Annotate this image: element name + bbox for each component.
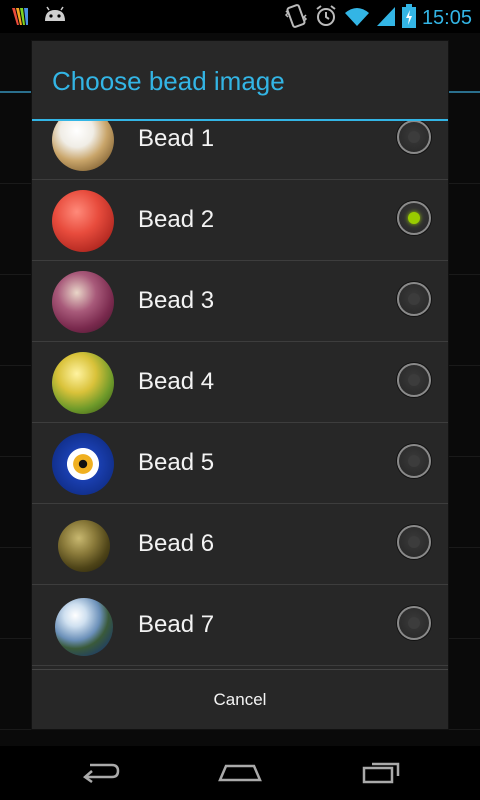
home-icon: [216, 759, 264, 787]
bead-label: Bead 6: [138, 530, 215, 557]
bead-label: Bead 3: [138, 287, 215, 314]
bead-2-icon: [52, 190, 114, 252]
dialog-title: Choose bead image: [32, 41, 448, 121]
radio-button[interactable]: [397, 121, 431, 154]
list-item-bead-2[interactable]: Bead 2: [32, 180, 448, 261]
bead-1-icon: [52, 121, 114, 171]
bead-4-icon: [52, 352, 114, 414]
dialog-footer: Cancel: [32, 669, 448, 729]
list-item-bead-6[interactable]: Bead 6: [32, 504, 448, 585]
bead-list[interactable]: Bead 1 Bead 2 Bead 3 Bead 4 Bead 5 Bead …: [32, 121, 448, 669]
cancel-button[interactable]: Cancel: [32, 670, 448, 729]
radio-button[interactable]: [397, 525, 431, 559]
bead-7-icon: [55, 598, 113, 656]
radio-button[interactable]: [397, 606, 431, 640]
color-bars-icon: [10, 5, 32, 31]
radio-button-selected[interactable]: [397, 201, 431, 235]
list-item-bead-3[interactable]: Bead 3: [32, 261, 448, 342]
radio-button[interactable]: [397, 282, 431, 316]
home-button[interactable]: [200, 752, 280, 794]
choose-bead-dialog: Choose bead image Bead 1 Bead 2 Bead 3 B…: [32, 41, 448, 729]
list-item-bead-5[interactable]: Bead 5: [32, 423, 448, 504]
bead-label: Bead 5: [138, 449, 215, 476]
battery-charging-icon: [401, 4, 416, 32]
back-icon: [78, 759, 122, 787]
bead-label: Bead 7: [138, 611, 215, 638]
radio-button[interactable]: [397, 444, 431, 478]
signal-icon: [376, 5, 396, 31]
list-item-bead-1[interactable]: Bead 1: [32, 121, 448, 180]
bead-label: Bead 1: [138, 125, 215, 152]
list-item-bead-4[interactable]: Bead 4: [32, 342, 448, 423]
back-button[interactable]: [60, 752, 140, 794]
recent-apps-button[interactable]: [342, 752, 422, 794]
recent-apps-icon: [360, 758, 404, 788]
status-bar: 15:05: [0, 0, 480, 33]
bead-3-icon: [52, 271, 114, 333]
bead-6-icon: [58, 520, 110, 572]
bead-label: Bead 4: [138, 368, 215, 395]
navigation-bar: [0, 746, 480, 800]
radio-button[interactable]: [397, 363, 431, 397]
status-clock: 15:05: [421, 6, 472, 29]
bead-5-icon: [52, 433, 114, 495]
bead-label: Bead 2: [138, 206, 215, 233]
alarm-icon: [314, 3, 338, 33]
list-item-bead-7[interactable]: Bead 7: [32, 585, 448, 666]
android-icon: [42, 5, 68, 31]
vibrate-icon: [284, 3, 308, 33]
wifi-icon: [344, 5, 370, 31]
